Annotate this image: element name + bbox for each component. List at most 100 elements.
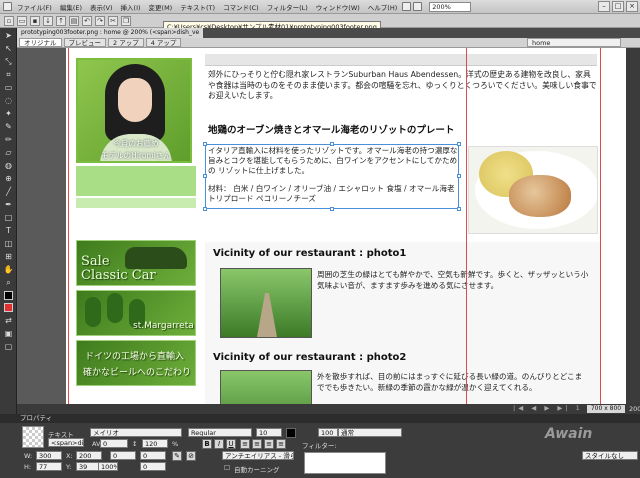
blur-tool-icon[interactable]: ◍ — [2, 160, 15, 171]
space-after-field[interactable]: 0 — [140, 462, 166, 471]
slice-tool-icon[interactable]: ⊞ — [2, 251, 15, 262]
indent-field[interactable]: 0 — [110, 451, 136, 460]
tracking-field[interactable]: 0 — [100, 439, 128, 448]
menu-window[interactable]: ウィンドウ(W) — [312, 2, 364, 12]
resize-handle[interactable] — [330, 207, 334, 211]
dish-photo[interactable] — [468, 146, 598, 234]
leading-field[interactable]: 120 — [142, 439, 168, 448]
photo2-thumbnail[interactable] — [220, 370, 312, 404]
rectangle-tool-icon[interactable]: □ — [2, 212, 15, 223]
fill-color-swatch[interactable] — [4, 303, 13, 312]
zoom-select[interactable]: 200% — [429, 1, 472, 12]
maximize-button[interactable]: □ — [612, 1, 624, 12]
italic-button[interactable]: I — [214, 439, 224, 449]
x-field[interactable]: 200 — [76, 451, 102, 460]
blend-mode-select[interactable]: 通常 — [338, 428, 402, 437]
banner-st-margarreta[interactable]: st.Margarreta — [76, 290, 196, 336]
object-name-field[interactable]: <span>dish_ve — [48, 438, 84, 447]
layout-icon[interactable] — [413, 2, 423, 11]
pencil-tool-icon[interactable]: ✏ — [2, 134, 15, 145]
subselect-tool-icon[interactable]: ↖ — [2, 43, 15, 54]
horizontal-scale-field[interactable]: 100% — [98, 462, 118, 471]
banner-classic-car[interactable]: Sale Classic Car — [76, 240, 196, 286]
menu-view[interactable]: 表示(V) — [86, 2, 117, 12]
import-icon[interactable]: ↓ — [43, 15, 53, 26]
guide-line[interactable] — [466, 48, 467, 404]
hotspot-tool-icon[interactable]: ◫ — [2, 238, 15, 249]
menu-commands[interactable]: コマンド(C) — [219, 2, 263, 12]
print-icon[interactable]: ▤ — [69, 15, 79, 26]
tab-2up[interactable]: 2 アップ — [108, 38, 144, 47]
guide-line[interactable] — [68, 48, 69, 404]
photo1-thumbnail[interactable] — [220, 268, 312, 338]
bold-button[interactable]: B — [202, 439, 212, 449]
tab-4up[interactable]: 4 アップ — [145, 38, 182, 47]
font-family-select[interactable]: メイリオ — [90, 428, 182, 437]
resize-handle[interactable] — [203, 207, 207, 211]
style-select[interactable]: スタイルなし — [582, 451, 638, 460]
menu-filters[interactable]: フィルター(L) — [263, 2, 312, 12]
magic-wand-icon[interactable]: ✦ — [2, 108, 15, 119]
underline-button[interactable]: U — [226, 439, 236, 449]
pen-tool-icon[interactable]: ✒ — [2, 199, 15, 210]
minimize-button[interactable]: – — [598, 1, 610, 12]
space-before-field[interactable]: 0 — [140, 451, 166, 460]
text-tool-icon[interactable]: T — [2, 225, 15, 236]
menu-modify[interactable]: 変更(M) — [145, 2, 177, 12]
zoom-tool-icon[interactable]: ⌕ — [2, 277, 15, 288]
align-right-button[interactable]: ≡ — [264, 439, 274, 449]
crop-tool-icon[interactable]: ⌗ — [2, 69, 15, 80]
save-icon[interactable]: ▪ — [30, 15, 40, 26]
tab-preview[interactable]: プレビュー — [63, 38, 106, 47]
undo-icon[interactable]: ↶ — [82, 15, 92, 26]
guide-line[interactable] — [600, 48, 601, 404]
cut-icon[interactable]: ✂ — [108, 15, 118, 26]
height-field[interactable]: 77 — [36, 462, 62, 471]
resize-handle[interactable] — [457, 207, 461, 211]
menu-insert[interactable]: 挿入(I) — [117, 2, 145, 12]
opacity-field[interactable]: 100 — [318, 428, 338, 437]
menu-text[interactable]: テキスト(T) — [176, 2, 219, 12]
stroke-pen-icon[interactable]: ✎ — [172, 451, 182, 461]
eraser-tool-icon[interactable]: ▱ — [2, 147, 15, 158]
redo-icon[interactable]: ↷ — [95, 15, 105, 26]
frame-navigation[interactable]: |◀ ◀ ▶ ▶| 1 — [513, 404, 583, 412]
stamp-tool-icon[interactable]: ⊕ — [2, 173, 15, 184]
filter-list[interactable] — [304, 452, 386, 474]
document-tab[interactable]: prototyping003footer.png : home @ 200% (… — [17, 28, 204, 38]
width-field[interactable]: 300 — [36, 451, 62, 460]
auto-kerning-checkbox[interactable]: ☐ — [224, 464, 230, 472]
line-tool-icon[interactable]: ╱ — [2, 186, 15, 197]
open-file-icon[interactable]: ▭ — [17, 15, 27, 26]
align-center-button[interactable]: ≡ — [252, 439, 262, 449]
new-file-icon[interactable]: ▫ — [4, 15, 14, 26]
model-photo[interactable]: 今月のお薦め モデルのHiromiさん — [76, 58, 192, 163]
justify-button[interactable]: ≡ — [276, 439, 286, 449]
banner-german-beer[interactable]: ドイツの工場から直輸入 確かなビールへのこだわり — [76, 340, 196, 386]
leading-unit[interactable]: % — [172, 440, 178, 448]
text-color-swatch[interactable] — [286, 428, 296, 438]
font-style-select[interactable]: Regular — [188, 428, 252, 437]
no-stroke-icon[interactable]: ⊘ — [186, 451, 196, 461]
marquee-tool-icon[interactable]: ▭ — [2, 82, 15, 93]
font-size-field[interactable]: 10 — [256, 428, 282, 437]
copy-icon[interactable]: ❐ — [121, 15, 131, 26]
status-zoom[interactable]: 200% — [629, 405, 640, 413]
antialias-select[interactable]: アンチエイリアス - 滑らかに — [222, 451, 294, 460]
pointer-tool-icon[interactable]: ➤ — [2, 30, 15, 41]
menu-help[interactable]: ヘルプ(H) — [364, 2, 401, 12]
export-icon[interactable]: ↑ — [56, 15, 66, 26]
lasso-tool-icon[interactable]: ◌ — [2, 95, 15, 106]
align-left-button[interactable]: ≡ — [240, 439, 250, 449]
resize-handle[interactable] — [203, 142, 207, 146]
close-button[interactable]: × — [626, 1, 638, 12]
stroke-color-swatch[interactable] — [4, 291, 13, 300]
document-canvas[interactable]: 今月のお薦め モデルのHiromiさん Sale Classic Car st.… — [17, 48, 640, 404]
menu-edit[interactable]: 編集(E) — [56, 2, 86, 12]
canvas-scroll-strip[interactable] — [626, 48, 640, 404]
settings-icon[interactable] — [402, 2, 412, 11]
scale-tool-icon[interactable]: ⤡ — [2, 56, 15, 67]
menu-file[interactable]: ファイル(F) — [13, 2, 56, 12]
hand-tool-icon[interactable]: ✋ — [2, 264, 15, 275]
brush-tool-icon[interactable]: ✎ — [2, 121, 15, 132]
